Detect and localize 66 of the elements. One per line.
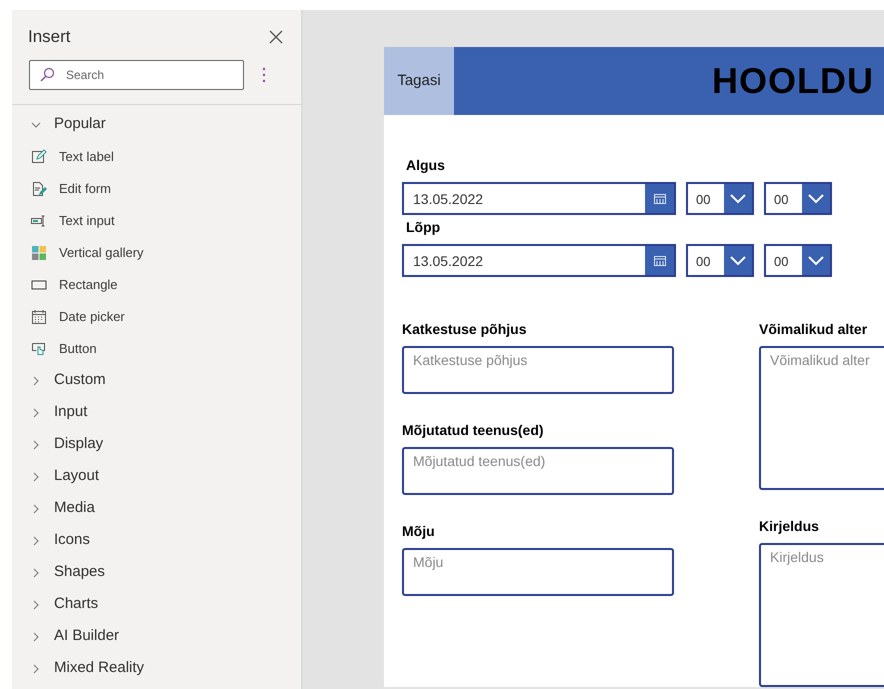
chevron-right-icon xyxy=(31,632,41,642)
back-button[interactable]: Tagasi xyxy=(384,47,454,115)
date-picker[interactable]: 13.05.2022 xyxy=(402,244,676,277)
category-header[interactable]: Input xyxy=(31,396,301,428)
field-label: Lõpp xyxy=(405,218,442,237)
chevron-right-icon xyxy=(31,504,41,514)
dropdown[interactable]: 00 xyxy=(686,244,754,277)
text-area[interactable]: Mõju xyxy=(402,548,674,596)
field-label: Võimalikud alter xyxy=(759,320,868,339)
search-field[interactable]: Search xyxy=(29,60,244,90)
chevron-right-icon xyxy=(31,472,41,482)
control-item[interactable]: Text input xyxy=(31,204,301,236)
category-header[interactable]: Shapes xyxy=(31,556,301,588)
chevron-right-icon xyxy=(31,440,41,450)
chevron-down-icon xyxy=(31,120,41,130)
pencil-square-icon xyxy=(31,148,47,164)
category-header[interactable]: Display xyxy=(31,428,301,460)
field-label: Kirjeldus xyxy=(759,517,820,536)
dropdown[interactable]: 00 xyxy=(764,244,832,277)
field-label: Katkestuse põhjus xyxy=(402,320,528,339)
app-title: HOOLDU xyxy=(712,59,874,103)
chevron-right-icon xyxy=(31,568,41,578)
control-item[interactable]: Vertical gallery xyxy=(31,236,301,268)
control-item[interactable]: Edit form xyxy=(31,172,301,204)
control-item[interactable]: Rectangle xyxy=(31,268,301,300)
field-label: Mõjutatud teenus(ed) xyxy=(402,421,545,440)
calendar-icon xyxy=(654,194,666,204)
calendar-icon xyxy=(31,308,47,324)
category-header[interactable]: Charts xyxy=(31,588,301,620)
control-item[interactable]: Text label xyxy=(31,140,301,172)
chevron-right-icon xyxy=(31,664,41,674)
chevron-down-icon xyxy=(808,256,824,266)
chevron-right-icon xyxy=(31,408,41,418)
category-header[interactable]: Mixed Reality xyxy=(31,652,301,684)
field-label: Algus xyxy=(405,156,446,175)
grid-icon xyxy=(31,244,47,260)
text-input-icon xyxy=(31,212,47,228)
button-hand-icon xyxy=(31,340,47,356)
search-icon xyxy=(39,66,55,82)
category-header[interactable]: Custom xyxy=(31,364,301,396)
chevron-right-icon xyxy=(31,536,41,546)
text-area[interactable]: Võimalikud alter xyxy=(759,346,884,490)
dropdown[interactable]: 00 xyxy=(764,182,832,215)
category-header[interactable]: AI Builder xyxy=(31,620,301,652)
category-header[interactable]: Media xyxy=(31,492,301,524)
category-header[interactable]: Icons xyxy=(31,524,301,556)
category-header[interactable]: Popular xyxy=(31,108,301,140)
category-header[interactable]: Layout xyxy=(31,460,301,492)
chevron-down-icon xyxy=(730,194,746,204)
document-pencil-icon xyxy=(31,180,47,196)
chevron-right-icon xyxy=(31,376,41,386)
calendar-icon xyxy=(654,256,666,266)
text-area[interactable]: Katkestuse põhjus xyxy=(402,346,674,394)
chevron-down-icon xyxy=(730,256,746,266)
control-item[interactable]: Button xyxy=(31,332,301,364)
more-options-icon[interactable] xyxy=(262,66,266,82)
control-item[interactable]: Date picker xyxy=(31,300,301,332)
field-label: Mõju xyxy=(402,522,436,541)
text-area[interactable]: Kirjeldus xyxy=(759,543,884,687)
panel-title: Insert xyxy=(28,26,71,48)
chevron-down-icon xyxy=(808,194,824,204)
date-picker[interactable]: 13.05.2022 xyxy=(402,182,676,215)
text-area[interactable]: Mõjutatud teenus(ed) xyxy=(402,447,674,495)
chevron-right-icon xyxy=(31,600,41,610)
close-icon[interactable] xyxy=(269,30,283,44)
dropdown[interactable]: 00 xyxy=(686,182,754,215)
